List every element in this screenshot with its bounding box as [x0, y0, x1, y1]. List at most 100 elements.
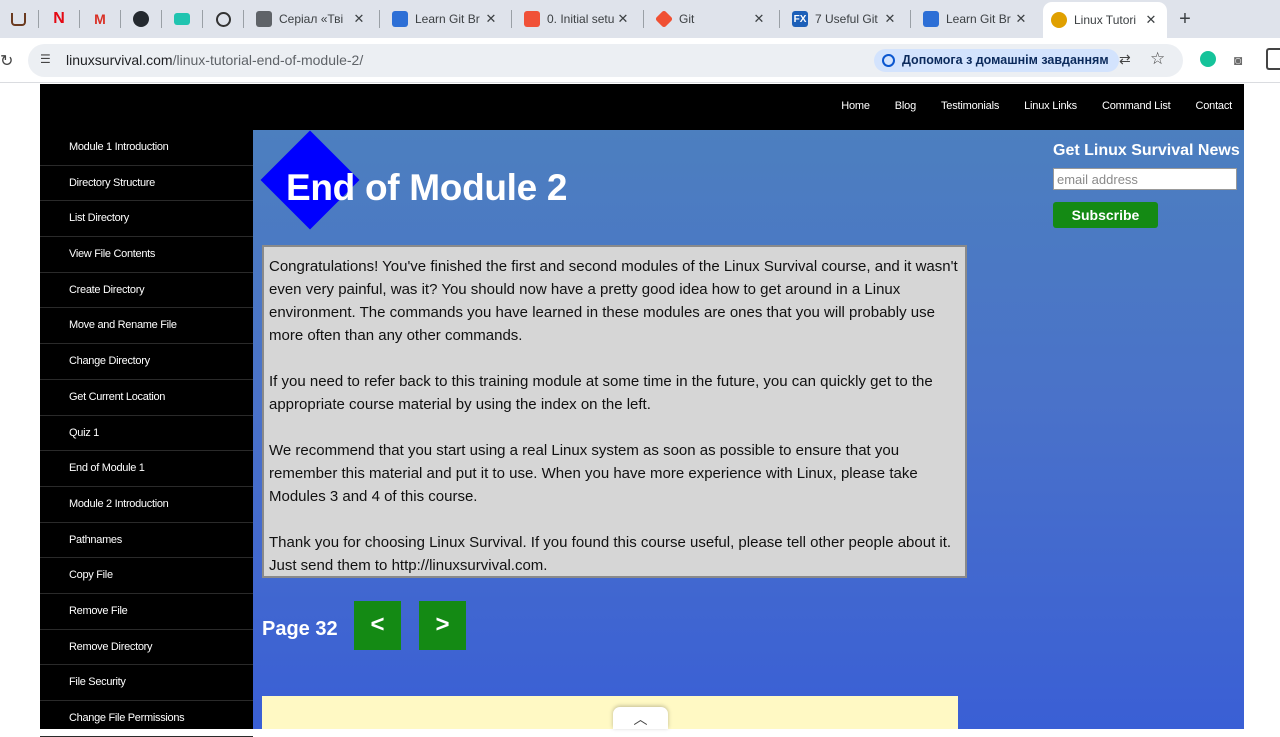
close-icon[interactable]: ✕ [882, 11, 898, 27]
pinned-tab-netflix[interactable]: N [43, 3, 75, 35]
tab-separator [38, 10, 39, 28]
tab-linux-tutorial[interactable]: Linux Tutori ✕ [1043, 2, 1167, 38]
sidebar-item-change-directory[interactable]: Change Directory [40, 344, 253, 380]
nav-command-list[interactable]: Command List [1102, 100, 1171, 112]
tab-separator [379, 10, 380, 28]
sidebar-item-directory-structure[interactable]: Directory Structure [40, 166, 253, 202]
close-icon[interactable]: ✕ [1143, 12, 1159, 28]
page-title: End of Module 2 [286, 167, 568, 208]
new-tab-button[interactable]: + [1171, 8, 1199, 31]
top-navigation: Home Blog Testimonials Linux Links Comma… [40, 84, 1244, 130]
nav-linux-links[interactable]: Linux Links [1024, 100, 1077, 112]
branch-icon [392, 11, 408, 27]
sidebar-item-end-of-module-1[interactable]: End of Module 1 [40, 451, 253, 487]
tab-separator [910, 10, 911, 28]
tab-useful-git[interactable]: FX 7 Useful Git ✕ [784, 3, 906, 35]
url-path: /linux-tutorial-end-of-module-2/ [172, 52, 364, 68]
close-icon[interactable]: ✕ [751, 11, 767, 27]
page-navigation: Page 32 < > [262, 601, 522, 651]
linux-survival-icon [1051, 12, 1067, 28]
tab-strip: N M Серіал «Тві ✕ Learn Git Br ✕ 0. Init… [0, 0, 1280, 38]
subscribe-button[interactable]: Subscribe [1053, 202, 1158, 228]
tab-tv-series[interactable]: Серіал «Тві ✕ [248, 3, 375, 35]
sidebar-item-list-directory[interactable]: List Directory [40, 201, 253, 238]
email-field[interactable] [1053, 168, 1237, 190]
paragraph-congratulations: Congratulations! You've finished the fir… [269, 258, 958, 344]
branch-icon [923, 11, 939, 27]
close-icon[interactable]: ✕ [1013, 11, 1029, 27]
previous-page-button[interactable]: < [354, 601, 401, 650]
tab-title: Linux Tutori [1074, 13, 1137, 27]
tab-initial-setup[interactable]: 0. Initial setu ✕ [516, 3, 639, 35]
tab-learn-git-branching-2[interactable]: Learn Git Br ✕ [915, 3, 1037, 35]
newsletter-title: Get Linux Survival News [1053, 142, 1240, 159]
sidebar-item-module-1-introduction[interactable]: Module 1 Introduction [40, 130, 253, 166]
sidebar-item-create-directory[interactable]: Create Directory [40, 273, 253, 309]
tab-separator [243, 10, 244, 28]
git-icon [654, 9, 674, 29]
homework-help-chip[interactable]: Допомога з домашнім завданням [874, 49, 1119, 72]
site-info-icon[interactable]: ☰ [40, 52, 54, 66]
yellow-banner [262, 696, 958, 729]
tab-separator [202, 10, 203, 28]
close-icon[interactable]: ✕ [615, 11, 631, 27]
sidebar-item-view-file-contents[interactable]: View File Contents [40, 237, 253, 273]
pinned-tab-ulauncher[interactable] [2, 3, 34, 35]
tab-separator [643, 10, 644, 28]
close-icon[interactable]: ✕ [483, 11, 499, 27]
tab-title: 0. Initial setu [547, 12, 615, 26]
tab-learn-git-branching[interactable]: Learn Git Br ✕ [384, 3, 507, 35]
tab-separator [120, 10, 121, 28]
tab-separator [511, 10, 512, 28]
sidebar-item-move-and-rename-file[interactable]: Move and Rename File [40, 308, 253, 345]
grammarly-icon[interactable] [1200, 51, 1216, 67]
sidebar-item-pathnames[interactable]: Pathnames [40, 523, 253, 559]
swift-icon [524, 11, 540, 27]
paragraph-thank-you: Thank you for choosing Linux Survival. I… [269, 534, 952, 574]
sidebar-item-module-2-introduction[interactable]: Module 2 Introduction [40, 487, 253, 523]
tab-separator [79, 10, 80, 28]
pinned-tab-chatgpt[interactable] [207, 3, 239, 35]
sidebar-item-quiz-1[interactable]: Quiz 1 [40, 416, 253, 452]
homework-help-label: Допомога з домашнім завданням [902, 53, 1109, 67]
module-index-sidebar: Module 1 Introduction Directory Structur… [40, 130, 253, 737]
tab-title: Git [679, 12, 695, 26]
sidebar-item-remove-directory[interactable]: Remove Directory [40, 630, 253, 666]
tab-title: Learn Git Br [946, 12, 1011, 26]
reload-icon[interactable]: ↻ [0, 51, 13, 71]
nav-blog[interactable]: Blog [895, 100, 916, 112]
url-text[interactable]: linuxsurvival.com/linux-tutorial-end-of-… [66, 52, 363, 68]
nav-home[interactable]: Home [841, 100, 870, 112]
sidebar-item-get-current-location[interactable]: Get Current Location [40, 380, 253, 416]
chatgpt-icon [215, 11, 231, 27]
page-number: Page 32 [262, 618, 338, 640]
sidebar-item-remove-file[interactable]: Remove File [40, 594, 253, 630]
nav-contact[interactable]: Contact [1195, 100, 1232, 112]
paragraph-recommend: We recommend that you start using a real… [269, 442, 918, 505]
pinned-tab-gmail[interactable]: M [84, 3, 116, 35]
newsletter-signup: Get Linux Survival News Subscribe [1053, 142, 1240, 228]
url-host: linuxsurvival.com [66, 52, 173, 68]
omnibox[interactable]: ☰ linuxsurvival.com/linux-tutorial-end-o… [28, 44, 1183, 77]
ulauncher-icon [10, 12, 26, 26]
paragraph-refer-back: If you need to refer back to this traini… [269, 373, 933, 413]
camera-icon[interactable]: ◙ [1234, 52, 1242, 68]
pinned-tab-github[interactable] [125, 3, 157, 35]
next-page-button[interactable]: > [419, 601, 466, 650]
pinned-tab-cursor[interactable] [166, 3, 198, 35]
tab-separator [161, 10, 162, 28]
sidebar-item-copy-file[interactable]: Copy File [40, 558, 253, 594]
tab-separator [779, 10, 780, 28]
cursor-icon [174, 13, 190, 25]
bookmark-star-icon[interactable]: ☆ [1150, 49, 1165, 69]
web-page: Home Blog Testimonials Linux Links Comma… [0, 84, 1280, 737]
scroll-to-top-button[interactable]: ︿ [613, 707, 668, 729]
sidebar-item-file-security[interactable]: File Security [40, 665, 253, 701]
translate-icon[interactable]: ⇄ [1119, 51, 1131, 68]
close-icon[interactable]: ✕ [351, 11, 367, 27]
side-panel-icon[interactable] [1266, 48, 1280, 70]
nav-testimonials[interactable]: Testimonials [941, 100, 999, 112]
sidebar-item-change-file-permissions[interactable]: Change File Permissions [40, 701, 253, 737]
tab-git[interactable]: Git ✕ [648, 3, 775, 35]
tab-title: Серіал «Тві [279, 12, 344, 26]
